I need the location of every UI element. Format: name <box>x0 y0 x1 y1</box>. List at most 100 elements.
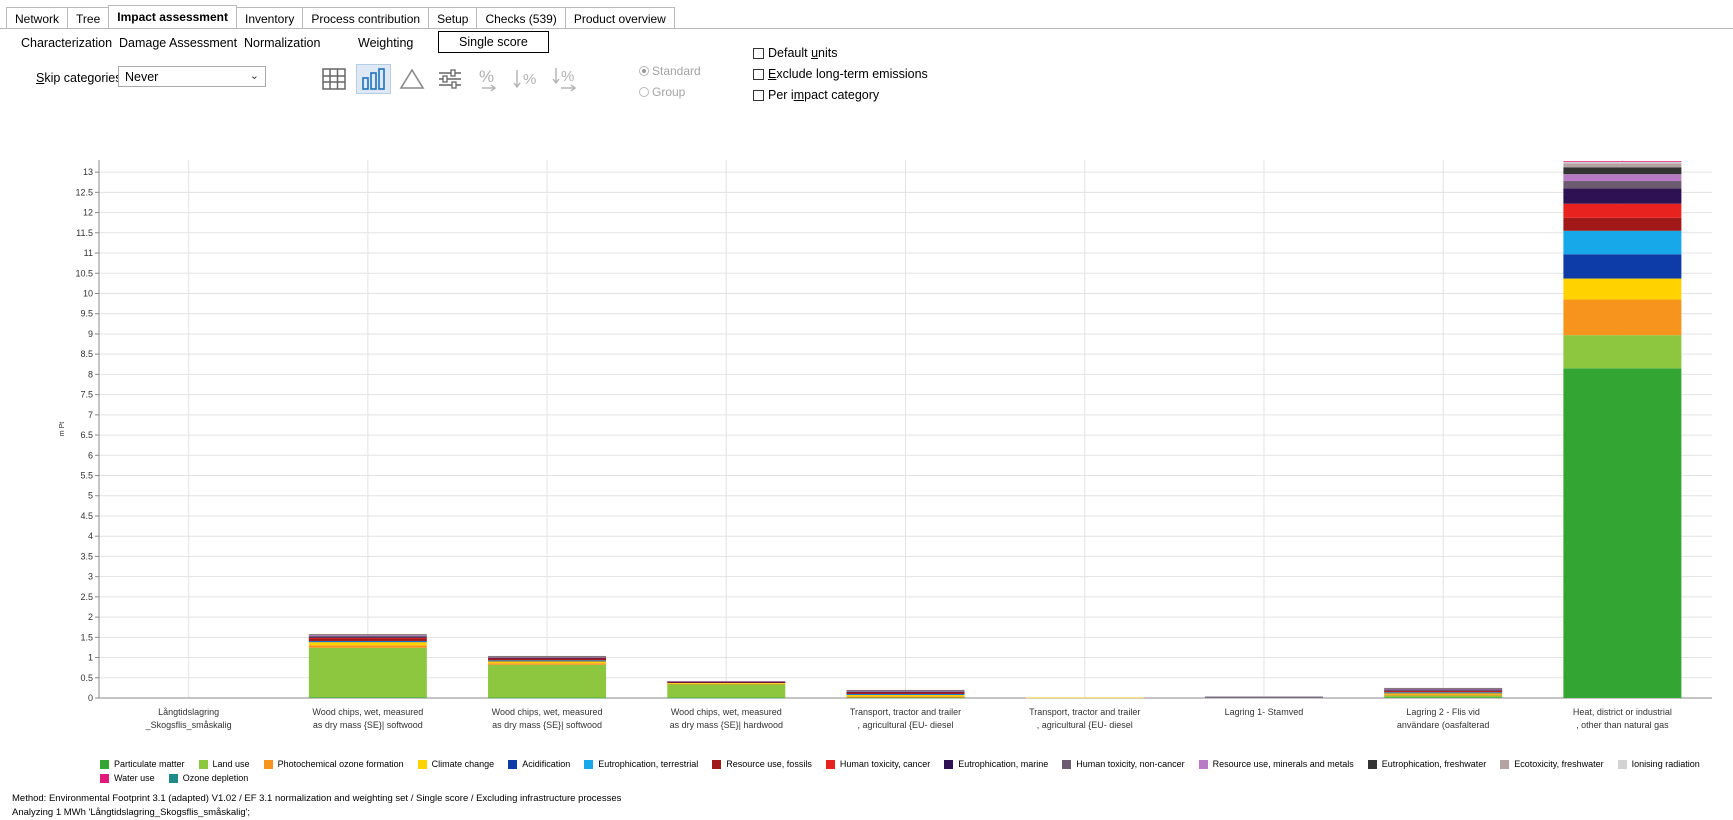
y-tick-label: 6 <box>88 450 93 460</box>
legend-item: Particulate matter <box>100 759 185 769</box>
svg-text:%: % <box>523 71 536 88</box>
bar-segment <box>846 696 965 698</box>
legend-label: Land use <box>212 759 250 769</box>
x-category-label: Wood chips, wet, measured <box>312 707 423 717</box>
bar-segment <box>1384 694 1503 696</box>
svg-text:%: % <box>479 67 494 86</box>
legend-swatch <box>198 759 208 769</box>
bar-segment <box>1563 161 1682 163</box>
y-tick-label: 13 <box>83 167 93 177</box>
subtab-damage-assessment[interactable]: Damage Assessment <box>119 36 237 50</box>
percent-arrow-icon: % <box>479 67 497 92</box>
analyzing-text: Analyzing 1 MWh 'Långtidslagring_Skogsfl… <box>12 807 251 818</box>
legend-item: Photochemical ozone formation <box>263 759 404 769</box>
bar-segment <box>667 683 786 685</box>
x-category-label: användare (oasfalterad <box>1397 720 1490 730</box>
y-tick-label: 2.5 <box>80 592 93 602</box>
bar-segment <box>667 697 786 699</box>
legend-label: Water use <box>114 773 155 783</box>
legend-item: Resource use, fossils <box>712 759 812 769</box>
exclude-long-term-label: Exclude long-term emissions <box>768 67 928 81</box>
exclude-long-term-checkbox[interactable]: Exclude long-term emissions <box>753 67 928 81</box>
tab-tree[interactable]: Tree <box>67 7 110 29</box>
bar-segment <box>308 642 427 646</box>
subtab-characterization[interactable]: Characterization <box>21 36 112 50</box>
bar-segment <box>846 693 965 695</box>
y-tick-label: 5.5 <box>80 471 93 481</box>
tab-setup[interactable]: Setup <box>428 7 478 29</box>
percent-button[interactable]: % <box>472 64 504 94</box>
legend-item: Human toxicity, non-cancer <box>1062 759 1185 769</box>
legend-item: Climate change <box>417 759 494 769</box>
bar-segment <box>846 697 965 699</box>
skip-categories-value: Never <box>125 70 159 84</box>
single-score-chart: 00.511.522.533.544.555.566.577.588.599.5… <box>59 160 1712 730</box>
bar-segment <box>1563 203 1682 218</box>
legend-swatch <box>944 759 954 769</box>
tab-checks[interactable]: Checks (539) <box>476 7 566 29</box>
tab-impact-assessment[interactable]: Impact assessment <box>108 5 237 29</box>
x-category-label: Lagring 2 - Flis vid <box>1406 707 1480 717</box>
legend-swatch <box>417 759 427 769</box>
triangle-view-button[interactable] <box>396 64 428 94</box>
per-impact-category-checkbox[interactable]: Per impact category <box>753 88 879 102</box>
bar-segment <box>1204 696 1323 698</box>
bar-segment <box>1025 697 1144 699</box>
x-category-label: , agricultural {EU- diesel <box>1037 720 1133 730</box>
bar-segment <box>1563 368 1682 698</box>
y-tick-label: 4.5 <box>80 511 93 521</box>
legend-item: Ionising radiation <box>1617 759 1700 769</box>
table-icon <box>322 68 346 90</box>
subtab-single-score[interactable]: Single score <box>438 31 549 53</box>
legend-item: Resource use, minerals and metals <box>1198 759 1354 769</box>
default-units-checkbox[interactable]: Default units <box>753 46 838 60</box>
bar-segment <box>1384 695 1503 698</box>
skip-categories-select[interactable]: Never ⌄ <box>118 66 266 87</box>
legend-label: Ecotoxicity, freshwater <box>1514 759 1604 769</box>
subtab-weighting[interactable]: Weighting <box>358 36 413 50</box>
per-impact-category-label: Per impact category <box>768 88 880 102</box>
bar-segment <box>1563 278 1682 300</box>
legend-item: Water use <box>100 773 155 783</box>
table-view-button[interactable] <box>318 64 350 94</box>
tab-divider <box>0 28 1733 29</box>
bar-segment <box>1384 689 1503 691</box>
x-category-label: Lagring 1- Stamved <box>1225 707 1304 717</box>
bar-segment <box>488 661 607 664</box>
radio-standard-label: Standard <box>652 64 701 78</box>
sort-percent-up-button[interactable]: % <box>549 64 581 94</box>
x-category-label: Wood chips, wet, measured <box>492 707 603 717</box>
x-category-label: Långtidslagring <box>158 707 219 717</box>
radio-standard[interactable]: Standard <box>639 64 701 78</box>
bar-segment <box>308 640 427 642</box>
legend-item: Ozone depletion <box>168 773 248 783</box>
x-category-label: as dry mass {SE}| hardwood <box>670 720 783 730</box>
legend-swatch <box>168 773 178 783</box>
x-category-label: _Skogsflis_småskalig <box>145 720 232 730</box>
legend-swatch <box>1198 759 1208 769</box>
y-tick-label: 12 <box>83 208 93 218</box>
tab-inventory[interactable]: Inventory <box>235 7 304 29</box>
tab-product-overview[interactable]: Product overview <box>564 7 675 29</box>
y-tick-label: 7.5 <box>80 390 93 400</box>
legend-swatch <box>1500 759 1510 769</box>
tab-bar: Network Tree Impact assessment Inventory… <box>6 5 675 29</box>
tab-network[interactable]: Network <box>6 7 69 29</box>
bar-segment <box>308 637 427 639</box>
sort-percent-down-button[interactable]: % <box>510 64 542 94</box>
radio-standard-dot <box>639 66 649 76</box>
bar-segment <box>1384 697 1503 698</box>
tab-process-contribution[interactable]: Process contribution <box>302 7 430 29</box>
x-category-label: Transport, tractor and trailer <box>1029 707 1140 717</box>
subtab-normalization[interactable]: Normalization <box>244 36 320 50</box>
bar-segment <box>308 635 427 637</box>
bar-chart-view-button[interactable] <box>356 64 391 94</box>
radio-group[interactable]: Group <box>639 85 685 99</box>
bar-segment <box>1384 692 1503 693</box>
legend-item: Acidification <box>508 759 570 769</box>
settings-sliders-button[interactable] <box>434 64 466 94</box>
bar-segment <box>1384 687 1503 689</box>
method-text: Method: Environmental Footprint 3.1 (ada… <box>12 793 622 804</box>
bar-segment <box>1563 188 1682 204</box>
legend-item: Human toxicity, cancer <box>825 759 930 769</box>
